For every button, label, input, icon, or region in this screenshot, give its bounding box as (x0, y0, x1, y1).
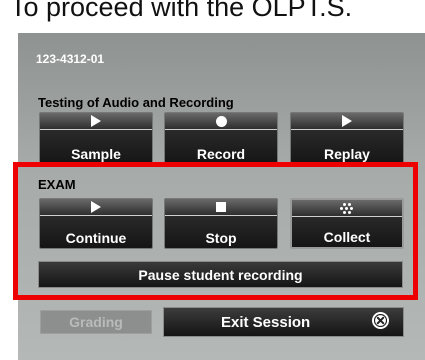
exit-session-label: Exit Session (221, 314, 311, 331)
replay-button-label: Replay (324, 146, 370, 162)
play-icon (342, 115, 352, 127)
pause-recording-label: Pause student recording (138, 266, 303, 283)
audio-section-title: Testing of Audio and Recording (38, 95, 234, 110)
exam-section-title: EXAM (38, 177, 76, 192)
session-id: 123-4312-01 (36, 52, 105, 66)
grading-label: Grading (69, 314, 123, 330)
sample-button-label: Sample (71, 146, 121, 162)
play-icon (91, 115, 101, 127)
continue-button[interactable]: Continue (39, 198, 153, 249)
replay-button[interactable]: Replay (290, 112, 404, 165)
close-circle-icon (372, 312, 389, 329)
grading-button[interactable]: Grading (40, 310, 152, 334)
sample-button[interactable]: Sample (39, 112, 153, 165)
record-button[interactable]: Record (164, 112, 278, 165)
top-caption: To proceed with the OLPT.S. (10, 0, 353, 22)
collect-dots-icon (339, 203, 355, 214)
stop-button[interactable]: Stop (164, 198, 278, 249)
collect-button[interactable]: Collect (290, 198, 404, 249)
play-icon (91, 201, 101, 213)
stop-button-label: Stop (205, 230, 237, 246)
continue-button-label: Continue (65, 230, 127, 246)
record-button-label: Record (196, 146, 246, 162)
stop-icon (216, 202, 226, 212)
exit-session-button[interactable]: Exit Session (163, 307, 404, 337)
record-icon (215, 115, 227, 127)
pause-recording-button[interactable]: Pause student recording (38, 261, 403, 288)
collect-button-label: Collect (323, 229, 371, 245)
